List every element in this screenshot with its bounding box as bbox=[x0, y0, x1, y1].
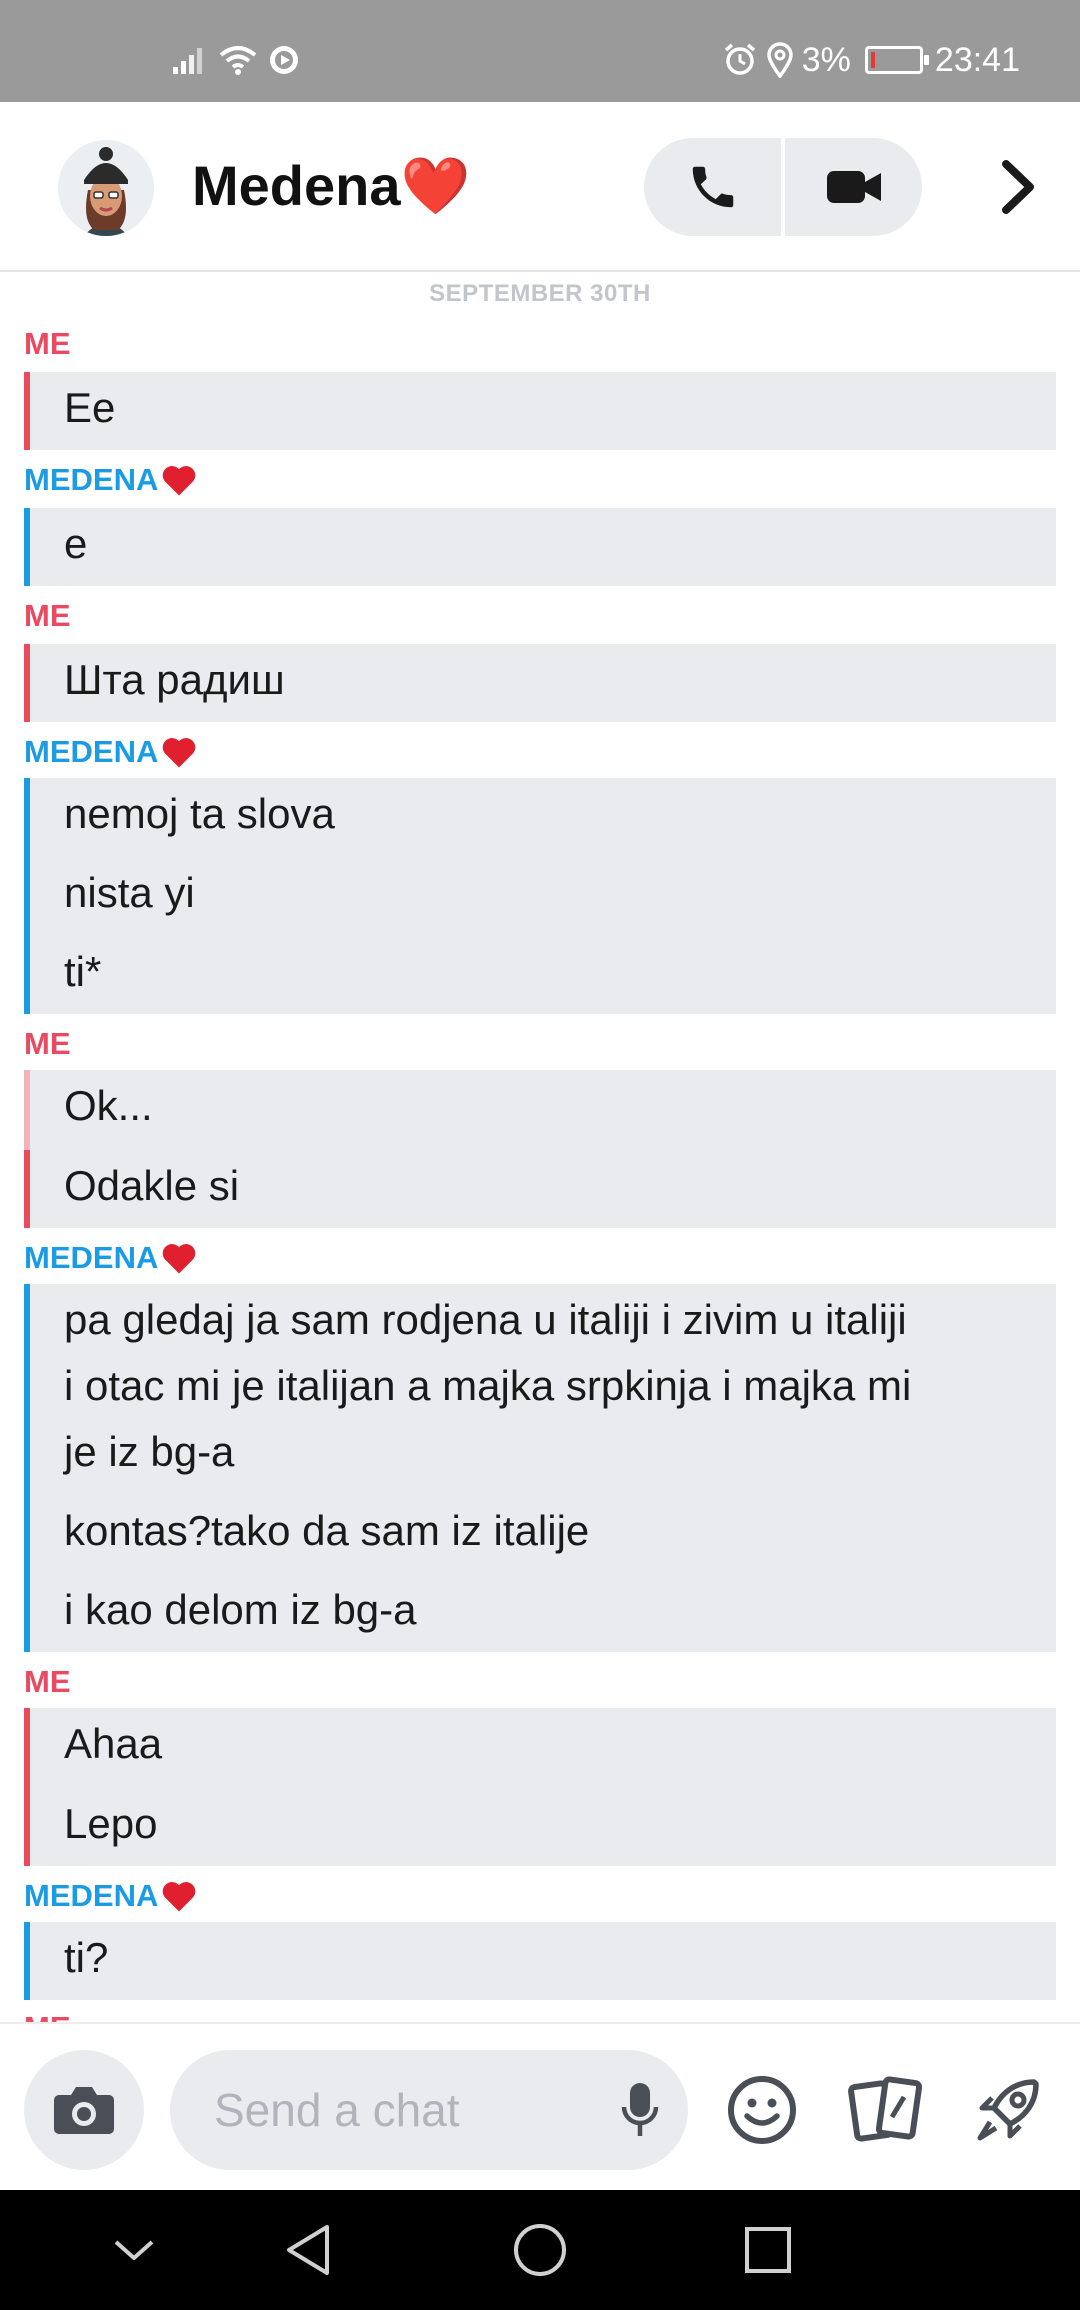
chat-input-container[interactable] bbox=[170, 2050, 688, 2170]
battery-icon bbox=[864, 46, 929, 74]
clock: 23:41 bbox=[934, 41, 1020, 79]
wifi-icon bbox=[219, 46, 257, 75]
sender-label-me: ME bbox=[24, 2008, 71, 2022]
nav-home-icon bbox=[514, 2224, 566, 2276]
signal-icon bbox=[173, 48, 202, 74]
sender-label-me: ME bbox=[24, 1664, 71, 1699]
avatar[interactable] bbox=[58, 140, 154, 236]
contact-name[interactable]: Medena❤️ bbox=[192, 146, 470, 226]
cast-icon bbox=[270, 46, 298, 74]
video-icon bbox=[826, 171, 881, 203]
rocket-icon bbox=[977, 2079, 1039, 2141]
nav-home-button[interactable] bbox=[510, 2220, 570, 2280]
battery-percent: 3% bbox=[801, 41, 851, 79]
status-right: 3% 23:41 bbox=[722, 38, 1020, 82]
message-text[interactable]: kontas?tako da sam iz italije bbox=[64, 1507, 1056, 1555]
camera-icon bbox=[54, 2087, 114, 2134]
message-group-me: Ahaa Lepo bbox=[24, 1708, 1056, 1866]
chat-area[interactable]: SEPTEMBER 30TH ME Ee MEDENA e ME Шта рад… bbox=[0, 274, 1080, 2022]
message-text[interactable]: e bbox=[64, 520, 1056, 568]
mic-icon bbox=[621, 2083, 659, 2136]
system-nav-bar bbox=[0, 2190, 1080, 2310]
message-text[interactable]: Шта радиш bbox=[64, 656, 1056, 704]
stickers-icon bbox=[848, 2076, 923, 2142]
message-text[interactable]: pa gledaj ja sam rodjena u italiji i ziv… bbox=[64, 1296, 1056, 1344]
alarm-icon bbox=[724, 43, 755, 75]
message-text[interactable]: Ee bbox=[64, 384, 1056, 432]
message-text[interactable]: nemoj ta slova bbox=[64, 790, 1056, 838]
message-group-medena: e bbox=[24, 508, 1056, 586]
mic-button[interactable] bbox=[608, 2078, 672, 2142]
heart-icon bbox=[163, 738, 196, 768]
status-left-icons bbox=[172, 38, 300, 82]
sender-label-medena: MEDENA bbox=[24, 1876, 198, 1916]
message-text[interactable]: Odakle si bbox=[64, 1162, 1056, 1210]
message-group-me: Ok... Odakle si bbox=[24, 1070, 1056, 1228]
message-text[interactable]: i otac mi je italijan a majka srpkinja i… bbox=[64, 1362, 1056, 1410]
chevron-right-icon bbox=[1002, 160, 1034, 214]
heart-icon bbox=[163, 466, 196, 496]
camera-button[interactable] bbox=[24, 2050, 144, 2170]
sender-label-me: ME bbox=[24, 1026, 71, 1061]
sender-label-medena: MEDENA bbox=[24, 1238, 198, 1278]
chat-input[interactable] bbox=[214, 2078, 594, 2142]
message-group-medena: ti? bbox=[24, 1922, 1056, 2000]
message-text[interactable]: Lepo bbox=[64, 1800, 1056, 1848]
nav-recents-icon bbox=[745, 2227, 791, 2273]
message-text[interactable]: je iz bg-a bbox=[64, 1428, 1056, 1476]
message-text[interactable]: Ok... bbox=[64, 1082, 1056, 1130]
nav-collapse-button[interactable] bbox=[104, 2220, 164, 2280]
message-group-me: Ee bbox=[24, 372, 1056, 450]
chat-details-button[interactable] bbox=[990, 154, 1046, 220]
heart-icon bbox=[163, 1244, 196, 1274]
location-icon bbox=[767, 42, 793, 78]
message-text[interactable]: Ahaa bbox=[64, 1720, 1056, 1768]
emoji-button[interactable] bbox=[722, 2070, 802, 2150]
status-bar: 3% 23:41 bbox=[0, 0, 1080, 102]
message-text[interactable]: i kao delom iz bg-a bbox=[64, 1586, 1056, 1634]
voice-call-button[interactable] bbox=[644, 138, 781, 236]
message-text[interactable]: ti* bbox=[64, 948, 1056, 996]
date-separator: SEPTEMBER 30TH bbox=[429, 280, 651, 307]
message-text[interactable]: ti? bbox=[64, 1934, 1056, 1982]
games-button[interactable] bbox=[968, 2070, 1048, 2150]
input-bar bbox=[0, 2022, 1080, 2190]
nav-collapse-icon bbox=[114, 2240, 154, 2260]
sender-label-me: ME bbox=[24, 326, 71, 361]
sender-label-medena: MEDENA bbox=[24, 732, 198, 772]
nav-back-icon bbox=[287, 2225, 329, 2275]
message-group-medena: nemoj ta slova nista yi ti* bbox=[24, 778, 1056, 1014]
call-buttons bbox=[644, 138, 922, 236]
message-accent bbox=[24, 1150, 30, 1228]
nav-recents-button[interactable] bbox=[738, 2220, 798, 2280]
message-group-medena: pa gledaj ja sam rodjena u italiji i ziv… bbox=[24, 1284, 1056, 1652]
video-call-button[interactable] bbox=[781, 138, 922, 236]
smiley-icon bbox=[728, 2076, 796, 2144]
message-text[interactable]: nista yi bbox=[64, 869, 1056, 917]
stickers-button[interactable] bbox=[846, 2070, 926, 2150]
sender-label-me: ME bbox=[24, 598, 71, 633]
phone-icon bbox=[692, 166, 733, 208]
nav-back-button[interactable] bbox=[278, 2220, 338, 2280]
message-group-me: Шта радиш bbox=[24, 644, 1056, 722]
heart-icon bbox=[163, 1882, 196, 1912]
sender-label-medena: MEDENA bbox=[24, 460, 198, 500]
chat-header: Medena❤️ bbox=[0, 102, 1080, 272]
